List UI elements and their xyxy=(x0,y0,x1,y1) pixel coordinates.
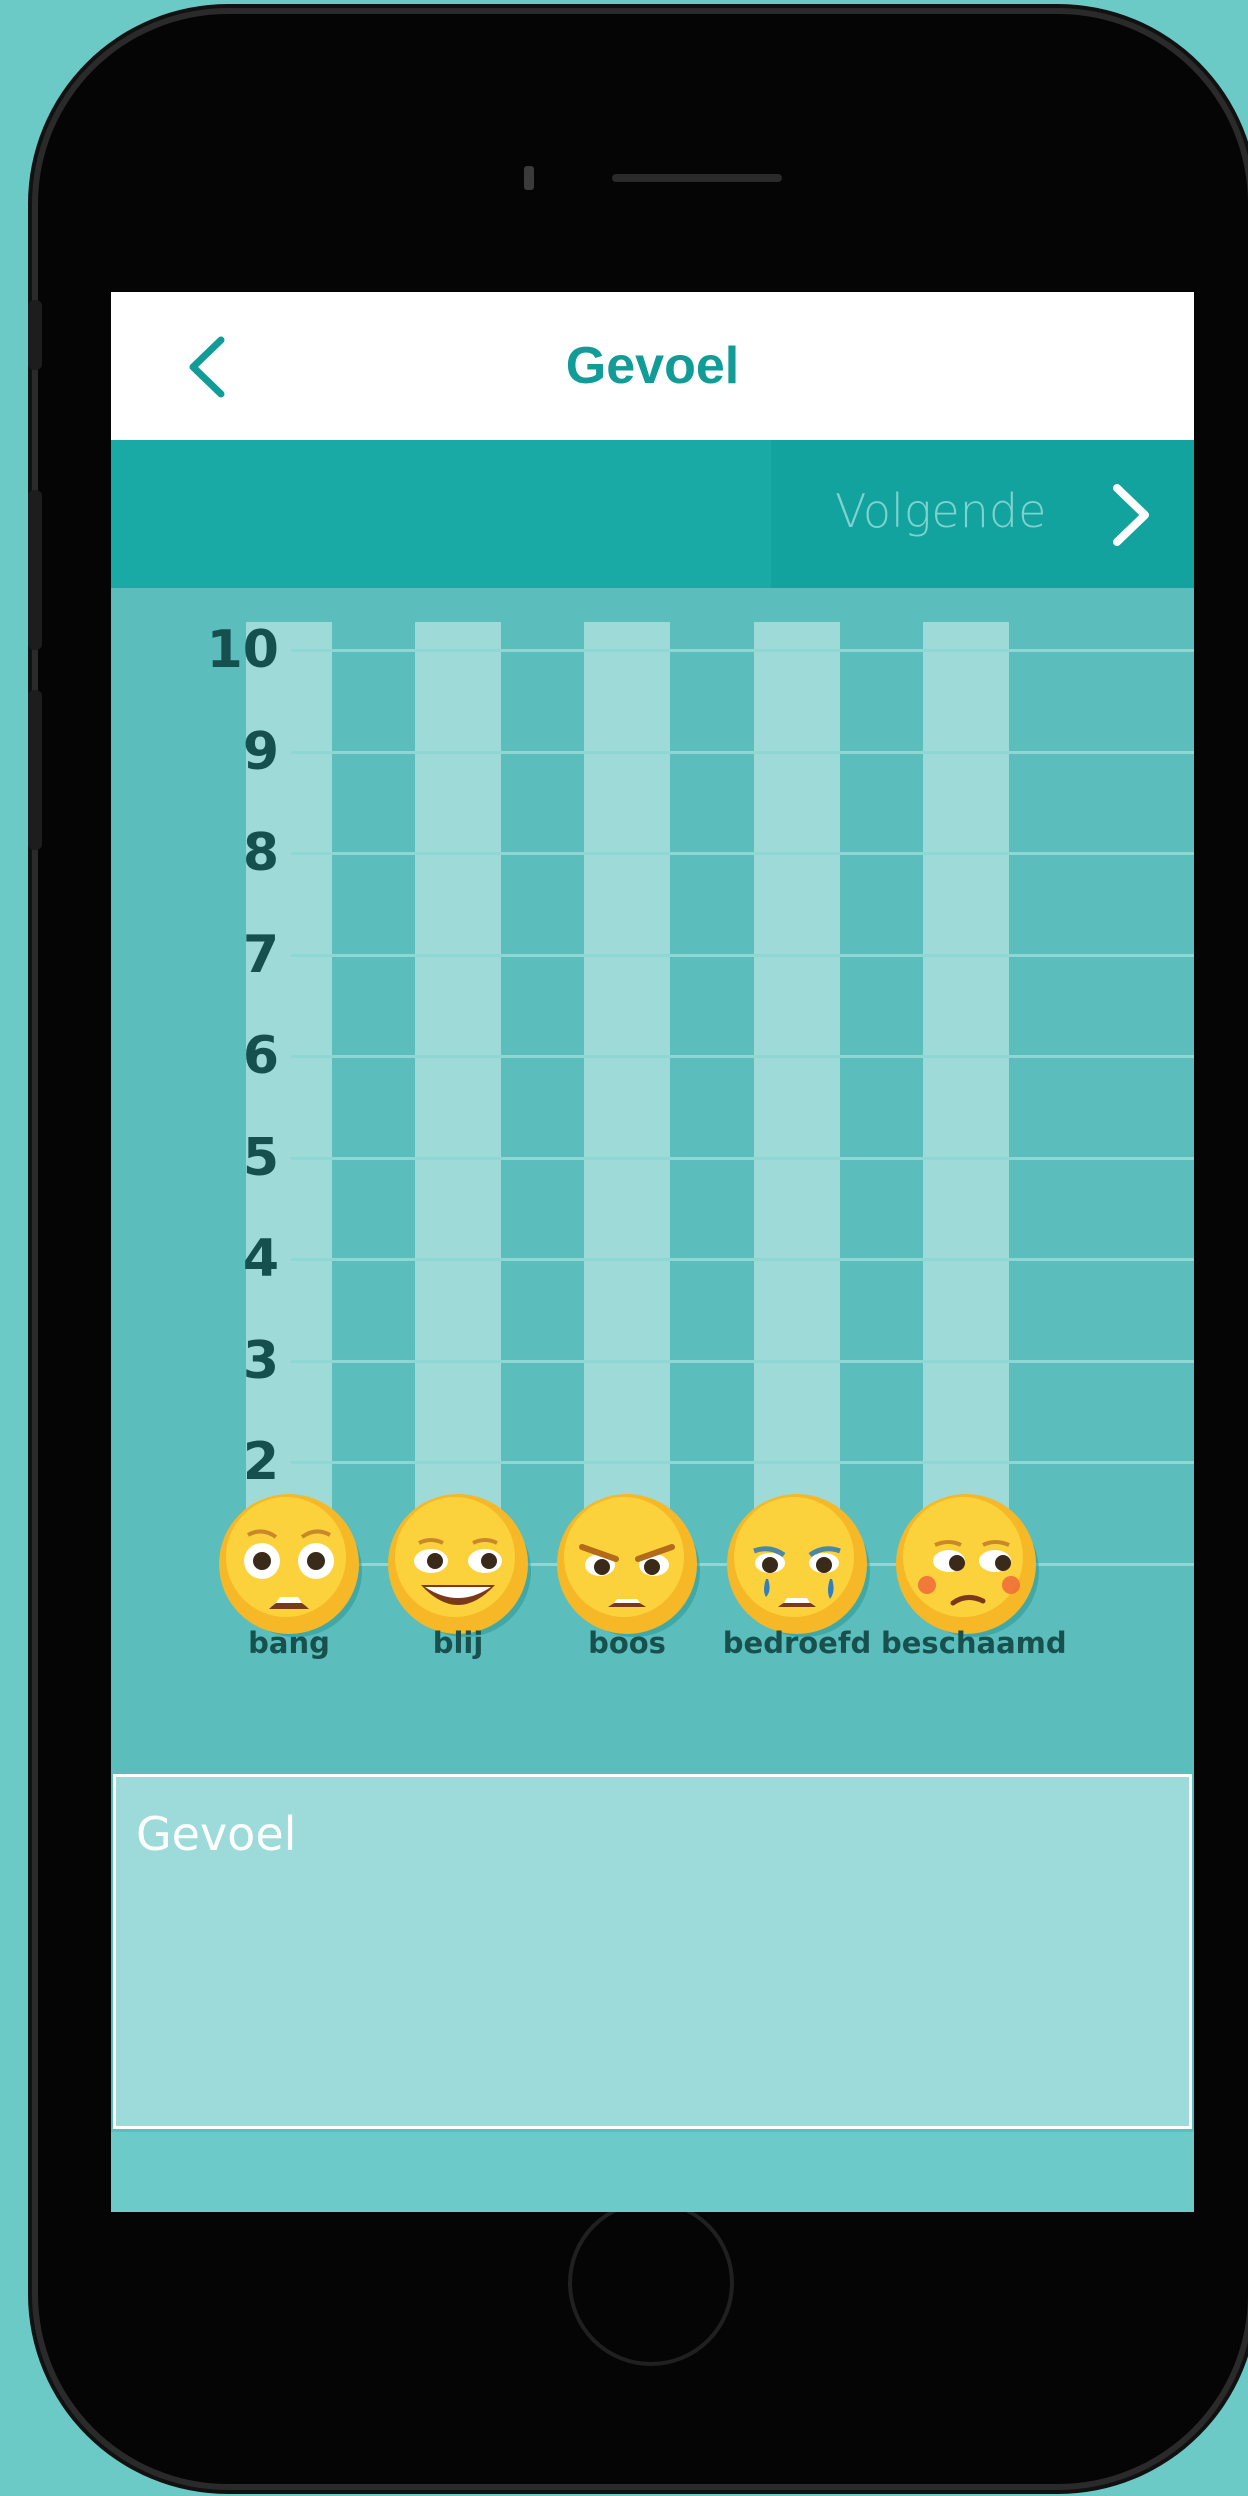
y-axis-tick-label: 9 xyxy=(242,721,279,782)
footer-band xyxy=(111,2132,1194,2212)
grid-line xyxy=(291,1359,1194,1363)
next-button[interactable]: Volgende xyxy=(771,440,1194,588)
app-screen: Gevoel Volgende 10987654321bangblijboosb… xyxy=(111,292,1194,2212)
volume-down-button xyxy=(28,690,42,850)
y-axis-tick-label: 6 xyxy=(242,1026,279,1086)
emotion-column-4[interactable] xyxy=(923,622,1009,1572)
angry-face-icon[interactable] xyxy=(552,1489,702,1639)
ashamed-face-icon[interactable] xyxy=(891,1489,1041,1639)
toolbar: Volgende xyxy=(111,440,1194,588)
grid-line xyxy=(291,1461,1194,1464)
happy-face-icon[interactable] xyxy=(383,1489,533,1639)
camera-icon xyxy=(524,166,534,190)
emotion-column-2[interactable] xyxy=(584,622,670,1572)
emotion-chart: 10987654321bangblijboosbedroefdbeschaamd xyxy=(111,588,1194,1768)
grid-line xyxy=(291,649,1194,652)
y-axis-tick-label: 8 xyxy=(242,823,279,883)
mute-switch xyxy=(28,300,42,370)
speaker-grille xyxy=(612,174,782,182)
emotion-column-3[interactable] xyxy=(754,622,840,1572)
emotion-label: blij xyxy=(432,1626,484,1660)
y-axis-tick-label: 10 xyxy=(206,620,279,680)
navigation-bar: Gevoel xyxy=(111,292,1194,440)
home-button[interactable] xyxy=(568,2200,734,2366)
notes-placeholder: Gevoel xyxy=(136,1807,297,1861)
volume-up-button xyxy=(28,490,42,650)
emotion-label: bedroefd xyxy=(722,1626,872,1660)
grid-line xyxy=(291,750,1194,754)
emotion-column-1[interactable] xyxy=(415,622,501,1572)
grid-line xyxy=(291,1156,1194,1160)
grid-line xyxy=(291,953,1194,957)
grid-line xyxy=(291,1055,1194,1058)
page-title: Gevoel xyxy=(565,337,740,395)
y-axis-tick-label: 5 xyxy=(242,1127,279,1188)
grid-line xyxy=(291,852,1194,855)
chevron-right-icon xyxy=(1113,484,1149,546)
emotion-label: bang xyxy=(248,1626,330,1660)
feeling-notes-field[interactable]: Gevoel xyxy=(113,1774,1192,2129)
y-axis-tick-label: 7 xyxy=(242,924,279,985)
grid-line xyxy=(291,1258,1194,1261)
y-axis-tick-label: 4 xyxy=(242,1229,279,1289)
crying-face-icon[interactable] xyxy=(722,1489,872,1639)
scared-face-icon[interactable] xyxy=(214,1489,364,1639)
next-button-label: Volgende xyxy=(835,484,1047,538)
emotion-label: boos xyxy=(588,1626,666,1660)
y-axis-tick-label: 2 xyxy=(242,1432,279,1492)
emotion-label: beschaamd xyxy=(881,1626,1067,1660)
y-axis-tick-label: 3 xyxy=(242,1330,279,1391)
